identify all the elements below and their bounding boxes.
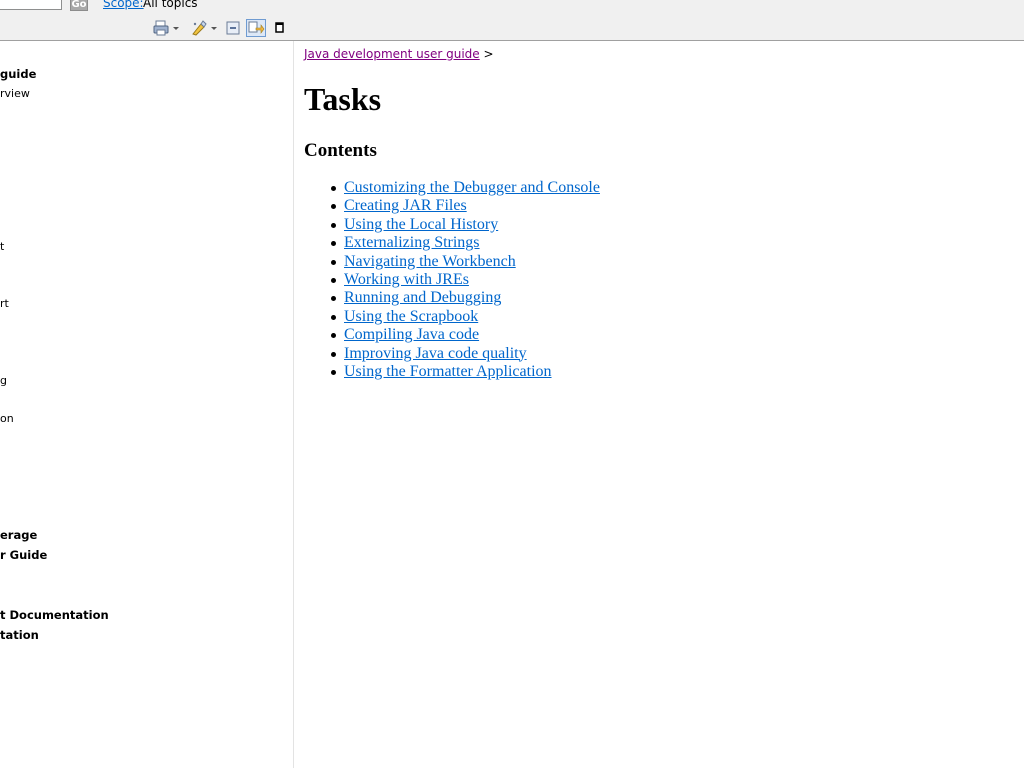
topic-list: Customizing the Debugger and Console Cre… bbox=[304, 179, 600, 381]
page-title: Tasks bbox=[304, 81, 382, 117]
topic-link[interactable]: Improving Java code quality bbox=[344, 345, 527, 362]
topic-link[interactable]: Using the Formatter Application bbox=[344, 363, 552, 380]
list-item: Using the Scrapbook bbox=[304, 308, 600, 326]
search-bar: Go Scope: All topics bbox=[0, 0, 1024, 16]
tree-item[interactable]: rview bbox=[0, 87, 30, 100]
search-input[interactable] bbox=[0, 0, 62, 10]
tree-item[interactable]: r Guide bbox=[0, 548, 47, 562]
topic-link[interactable]: Externalizing Strings bbox=[344, 234, 480, 251]
topic-link[interactable]: Working with JREs bbox=[344, 271, 469, 288]
tree-item[interactable]: rt bbox=[0, 297, 9, 310]
highlight-icon bbox=[192, 20, 207, 36]
highlight-button[interactable] bbox=[190, 19, 218, 37]
topic-link[interactable]: Compiling Java code bbox=[344, 326, 479, 343]
tree-item[interactable]: t Documentation bbox=[0, 608, 109, 622]
list-item: Compiling Java code bbox=[304, 326, 600, 344]
scope-link[interactable]: Scope: bbox=[103, 0, 144, 10]
link-with-contents-button[interactable] bbox=[246, 19, 266, 37]
list-item: Using the Local History bbox=[304, 216, 600, 234]
section-heading: Contents bbox=[304, 140, 377, 161]
list-item: Running and Debugging bbox=[304, 289, 600, 307]
print-icon bbox=[153, 20, 169, 36]
tree-item[interactable]: on bbox=[0, 412, 14, 425]
go-button[interactable]: Go bbox=[70, 0, 88, 11]
tree-item[interactable]: tation bbox=[0, 628, 39, 642]
topic-link[interactable]: Using the Local History bbox=[344, 216, 498, 233]
tree-item[interactable]: g bbox=[0, 374, 7, 387]
topic-link[interactable]: Navigating the Workbench bbox=[344, 253, 516, 270]
list-item: Externalizing Strings bbox=[304, 234, 600, 252]
list-item: Customizing the Debugger and Console bbox=[304, 179, 600, 197]
contents-tree: guide rview t rt g on erage r Guide t Do… bbox=[0, 41, 294, 768]
list-item: Working with JREs bbox=[304, 271, 600, 289]
scope-value: All topics bbox=[143, 0, 198, 10]
help-toolbar bbox=[0, 16, 1024, 41]
topic-link[interactable]: Running and Debugging bbox=[344, 289, 501, 306]
list-item: Using the Formatter Application bbox=[304, 363, 600, 381]
print-dropdown-icon bbox=[173, 27, 179, 30]
maximize-button[interactable] bbox=[272, 19, 288, 37]
collapse-all-button[interactable] bbox=[224, 19, 242, 37]
list-item: Navigating the Workbench bbox=[304, 253, 600, 271]
list-item: Creating JAR Files bbox=[304, 197, 600, 215]
tree-item[interactable]: erage bbox=[0, 528, 37, 542]
tree-item[interactable]: guide bbox=[0, 67, 36, 81]
tree-item[interactable]: t bbox=[0, 240, 4, 253]
highlight-dropdown-icon bbox=[211, 27, 217, 30]
topic-link[interactable]: Using the Scrapbook bbox=[344, 308, 478, 325]
breadcrumb-link[interactable]: Java development user guide bbox=[304, 47, 480, 61]
link-with-contents-icon bbox=[248, 21, 265, 34]
collapse-all-icon bbox=[226, 21, 240, 35]
topic-link[interactable]: Customizing the Debugger and Console bbox=[344, 179, 600, 196]
topic-link[interactable]: Creating JAR Files bbox=[344, 197, 467, 214]
list-item: Improving Java code quality bbox=[304, 345, 600, 363]
breadcrumb-separator: > bbox=[483, 47, 494, 61]
print-button[interactable] bbox=[152, 19, 180, 37]
maximize-icon bbox=[275, 22, 284, 33]
breadcrumb: Java development user guide > bbox=[304, 47, 494, 61]
